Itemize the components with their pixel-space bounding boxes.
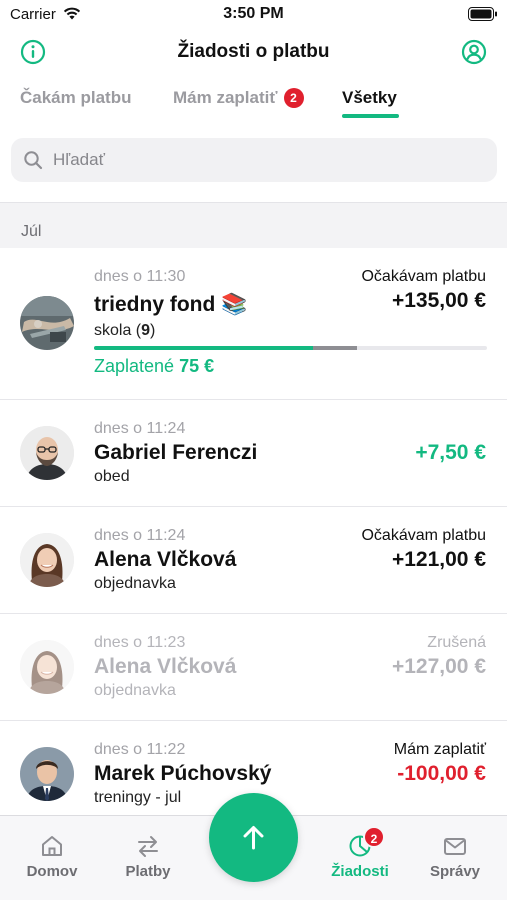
tab-label: Mám zaplatiť xyxy=(173,88,278,107)
nav-header: Žiadosti o platbu xyxy=(0,30,507,76)
request-row[interactable]: dnes o 11:30 triedny fond 📚 skola (9) Oč… xyxy=(0,248,507,400)
paid-amount: 75 € xyxy=(179,356,215,376)
active-tab-indicator xyxy=(342,114,399,118)
request-name: Gabriel Ferenczi xyxy=(94,441,258,464)
tab-label: Čakám platbu xyxy=(20,88,132,107)
subtitle-suffix: ) xyxy=(150,322,156,339)
request-status: Mám zaplatiť xyxy=(393,741,486,758)
search-placeholder: Hľadať xyxy=(53,150,105,169)
tab-all[interactable]: Všetky xyxy=(342,88,397,108)
subtitle-prefix: skola ( xyxy=(94,322,142,339)
request-time: dnes o 11:30 xyxy=(94,268,186,285)
request-time: dnes o 11:22 xyxy=(94,741,186,758)
status-time: 3:50 PM xyxy=(223,5,284,22)
progress-pending xyxy=(313,346,357,350)
request-time: dnes o 11:24 xyxy=(94,420,186,437)
tab-to-pay[interactable]: Mám zaplatiť 2 xyxy=(173,88,304,108)
tab-requests[interactable]: 2 Žiadosti xyxy=(315,816,405,900)
avatar xyxy=(20,640,74,694)
tab-messages[interactable]: Správy xyxy=(410,816,500,900)
participant-count: 9 xyxy=(141,322,151,339)
request-name: Marek Púchovský xyxy=(94,762,272,785)
home-icon xyxy=(42,836,62,856)
avatar xyxy=(20,296,74,350)
tab-label: Všetky xyxy=(342,88,397,107)
request-subtitle: obed xyxy=(94,468,130,485)
request-amount: +135,00 € xyxy=(391,289,486,312)
status-bar: Carrier 3:50 PM xyxy=(0,0,507,30)
search-icon xyxy=(24,151,43,170)
tabbar-label: Domov xyxy=(26,863,78,880)
request-amount: -100,00 € xyxy=(397,762,486,785)
request-subtitle: objednavka xyxy=(94,575,176,592)
avatar xyxy=(20,426,74,480)
request-amount: +127,00 € xyxy=(391,655,486,678)
send-request-fab[interactable] xyxy=(209,793,298,882)
progress-paid xyxy=(94,346,313,350)
paid-summary: Zaplatené 75 € xyxy=(94,356,214,377)
payment-progress-bar xyxy=(94,346,487,350)
section-month-label: Júl xyxy=(21,223,42,240)
request-status: Očakávam platbu xyxy=(361,268,486,285)
section-header: Júl xyxy=(0,203,507,248)
avatar xyxy=(20,533,74,587)
tab-waiting-payment[interactable]: Čakám platbu xyxy=(20,88,131,108)
request-name: Alena Vlčková xyxy=(94,655,237,678)
avatar xyxy=(20,747,74,801)
tabbar-label: Platby xyxy=(125,863,171,880)
request-row[interactable]: dnes o 11:24 Gabriel Ferenczi obed +7,50… xyxy=(0,400,507,507)
mail-icon xyxy=(444,838,466,855)
request-subtitle: treningy - jul xyxy=(94,789,182,806)
page-title: Žiadosti o platbu xyxy=(177,41,330,62)
tab-badge: 2 xyxy=(283,88,304,108)
request-subtitle: objednavka xyxy=(94,682,176,699)
request-row[interactable]: dnes o 11:23 Alena Vlčková objednavka Zr… xyxy=(0,614,507,721)
search-field[interactable]: Hľadať xyxy=(11,138,497,182)
request-row[interactable]: dnes o 11:24 Alena Vlčková objednavka Oč… xyxy=(0,507,507,614)
transfer-icon xyxy=(138,836,158,857)
tab-payments[interactable]: Platby xyxy=(103,816,193,900)
user-icon[interactable] xyxy=(461,39,487,65)
request-name: Alena Vlčková xyxy=(94,548,237,571)
tabbar-label: Žiadosti xyxy=(331,863,389,880)
tabbar-label: Správy xyxy=(429,863,481,880)
arrow-up-icon xyxy=(243,826,264,850)
request-status: Očakávam platbu xyxy=(361,527,486,544)
request-amount: +7,50 € xyxy=(415,441,486,464)
request-amount: +121,00 € xyxy=(391,548,486,571)
request-subtitle: skola (9) xyxy=(94,322,155,340)
filter-tabs: Čakám platbu Mám zaplatiť 2 Všetky xyxy=(0,84,507,124)
tab-home[interactable]: Domov xyxy=(7,816,97,900)
request-time: dnes o 11:24 xyxy=(94,527,186,544)
request-name: triedny fond 📚 xyxy=(94,293,248,316)
request-status: Zrušená xyxy=(427,634,486,651)
request-time: dnes o 11:23 xyxy=(94,634,186,651)
tabbar-badge: 2 xyxy=(363,826,385,848)
battery-icon xyxy=(468,7,497,21)
paid-label: Zaplatené xyxy=(94,356,175,376)
